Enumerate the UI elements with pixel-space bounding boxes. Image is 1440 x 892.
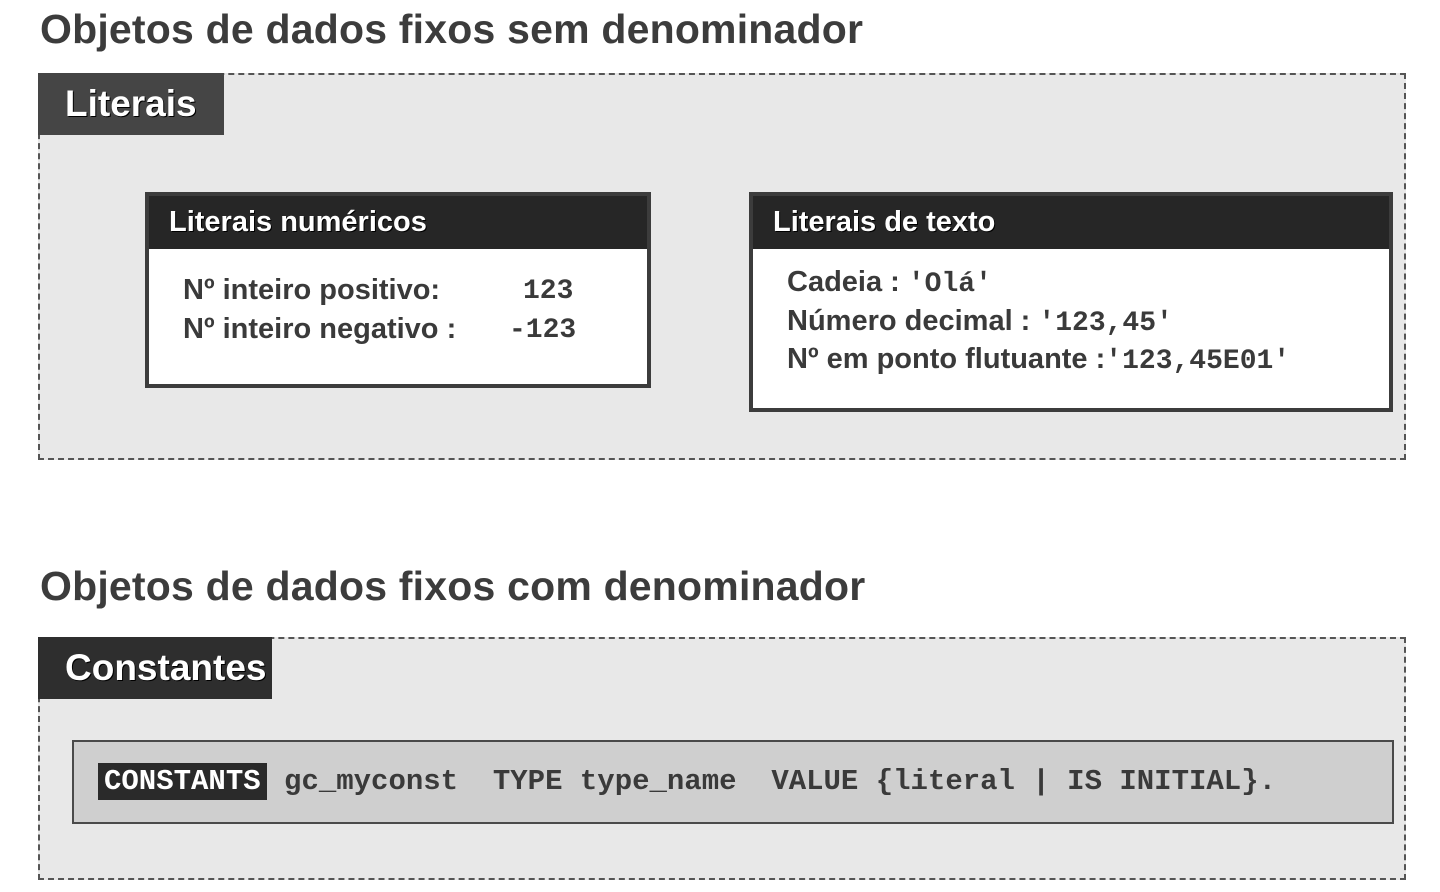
string-row: Cadeia : 'Olá' <box>787 266 992 300</box>
constantes-tab: Constantes <box>38 637 273 699</box>
string-value: 'Olá' <box>907 269 992 300</box>
section-title-named: Objetos de dados fixos com denominador <box>40 563 866 609</box>
positive-integer-label: Nº inteiro positivo: <box>183 274 441 306</box>
decimal-row: Número decimal : '123,45' <box>787 305 1173 339</box>
numeric-literals-header: Literais numéricos <box>149 196 647 249</box>
text-literals-header: Literais de texto <box>753 196 1389 249</box>
constants-keyword: CONSTANTS <box>98 763 267 800</box>
decimal-value: '123,45' <box>1038 308 1173 339</box>
section-title-unnamed: Objetos de dados fixos sem denominador <box>40 6 864 52</box>
literais-tab: Literais <box>38 73 224 135</box>
decimal-label: Número decimal : <box>787 305 1039 337</box>
negative-integer-value: -123 <box>509 315 577 346</box>
negative-integer-label: Nº inteiro negativo : <box>183 313 457 345</box>
float-row: Nº em ponto flutuante :'123,45E01' <box>787 343 1290 377</box>
constants-syntax-box: CONSTANTS gc_myconst TYPE type_name VALU… <box>72 740 1394 824</box>
numeric-literals-card: Literais numéricos Nº inteiro positivo: … <box>145 192 651 388</box>
constantes-panel: Constantes CONSTANTS gc_myconst TYPE typ… <box>38 637 1406 880</box>
constants-syntax-line: CONSTANTS gc_myconst TYPE type_name VALU… <box>98 762 1276 802</box>
constants-syntax-rest: gc_myconst TYPE type_name VALUE {literal… <box>266 765 1277 798</box>
float-value: '123,45E01' <box>1105 346 1291 377</box>
text-literals-card: Literais de texto Cadeia : 'Olá' Número … <box>749 192 1393 412</box>
literais-panel: Literais Literais numéricos Nº inteiro p… <box>38 73 1406 460</box>
positive-integer-value: 123 <box>523 276 574 307</box>
string-label: Cadeia : <box>787 266 908 298</box>
float-label: Nº em ponto flutuante : <box>787 343 1106 375</box>
